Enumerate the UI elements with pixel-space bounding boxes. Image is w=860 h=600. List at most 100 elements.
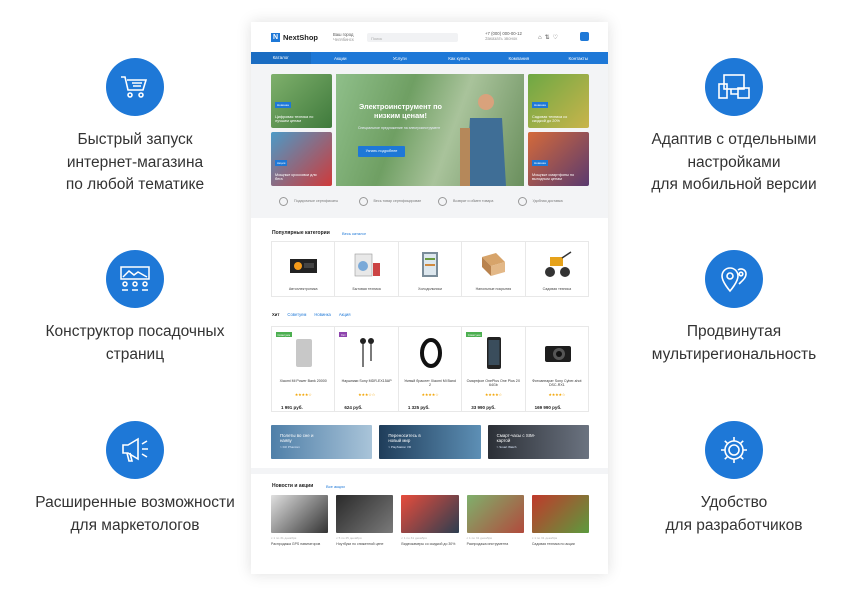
promo-banner[interactable]: Смарт-часы с SIM-картой > Smart Watch bbox=[487, 425, 589, 459]
category-card[interactable]: Автоэлектроника bbox=[272, 242, 336, 296]
category-card[interactable]: Холодильники bbox=[399, 242, 463, 296]
nav-item-contacts[interactable]: Контакты bbox=[549, 56, 609, 61]
feature-text-line: настройками bbox=[687, 153, 781, 171]
devices-icon bbox=[705, 58, 763, 116]
tab-recommend[interactable]: Советуем bbox=[287, 312, 306, 317]
news-date: с 1 по 31 декабря bbox=[401, 536, 427, 540]
news-image bbox=[466, 495, 524, 533]
promo-banner[interactable]: Переноситесь в новый мир > PlayStation V… bbox=[379, 425, 481, 459]
feature-text-line: Быстрый запуск bbox=[77, 131, 193, 148]
hero-more-button[interactable]: Узнать подробнее bbox=[358, 146, 405, 157]
news-card[interactable]: с 5 по 25 декабря Ноутбуки по сниженной … bbox=[336, 495, 394, 561]
feature-marketing: Расширенные возможности для маркетологов bbox=[20, 421, 250, 537]
news-card[interactable]: с 1 по 31 декабря Распродажа инструмента bbox=[466, 495, 524, 561]
shop-mockup: N NextShop Ваш город Челябинск Поиск +7 … bbox=[251, 22, 608, 574]
promo-tile[interactable]: Новинка Цифровая техника по лучшим ценам bbox=[271, 74, 332, 128]
product-card[interactable]: Умный браслет Xiaomi Mi Band 2 ★★★★☆ 1 3… bbox=[399, 327, 463, 411]
category-card[interactable]: Бытовая техника bbox=[335, 242, 399, 296]
fitness-band-image bbox=[419, 338, 442, 368]
news-card[interactable]: с 1 по 31 декабря Видеокамеры со скидкой… bbox=[401, 495, 459, 561]
promo-tile[interactable]: Новинка Садовая техника со скидкой до 20… bbox=[528, 74, 589, 128]
category-card[interactable]: Напольные покрытия bbox=[462, 242, 526, 296]
city-selector[interactable]: Ваш город Челябинск bbox=[333, 32, 354, 42]
hero-slide[interactable]: Электроинструмент по низким ценам! Специ… bbox=[336, 74, 524, 186]
promo-tile[interactable]: Новинка Мощные смартфоны по выгодным цен… bbox=[528, 132, 589, 186]
header-icons: ⌂⇅♡ bbox=[538, 34, 561, 41]
nav-item-services[interactable]: Услуги bbox=[370, 56, 430, 61]
shop-logo[interactable]: N NextShop bbox=[271, 33, 318, 42]
tab-hit[interactable]: Хит bbox=[272, 312, 279, 317]
return-icon bbox=[438, 196, 447, 206]
feature-text-line: Расширенные возможности bbox=[35, 494, 235, 511]
news-card[interactable]: с 1 по 31 декабря Распродажа GPS навигат… bbox=[271, 495, 329, 561]
tile-badge: Новинка bbox=[275, 102, 291, 108]
banner-sub: > DJI Phantom bbox=[280, 445, 300, 449]
product-rating: ★★★★☆ bbox=[294, 393, 312, 397]
tab-sale[interactable]: Акция bbox=[339, 312, 351, 317]
tile-text: Цифровая техника по лучшим ценам bbox=[275, 114, 314, 124]
compare-icon[interactable]: ⇅ bbox=[545, 35, 553, 41]
news-card[interactable]: с 1 по 31 декабря Садовая техника по акц… bbox=[531, 495, 590, 561]
product-card[interactable]: Фотоаппарат Sony Cyber-shot DSC-RX1 ★★★★… bbox=[526, 327, 588, 411]
main-nav: Каталог Акции Услуги Как купить Компания… bbox=[251, 52, 608, 64]
search-input[interactable]: Поиск bbox=[367, 33, 458, 42]
gift-icon bbox=[279, 196, 288, 206]
promo-tile[interactable]: Акция Мощные кроссовки для бега bbox=[271, 132, 332, 186]
advantage-item: Удобная доставка bbox=[510, 190, 590, 212]
categories-grid: Автоэлектроника Бытовая техника Холодиль… bbox=[271, 241, 589, 297]
feature-adaptive: Адаптив с отдельными настройками для моб… bbox=[619, 58, 849, 197]
product-card[interactable]: Советуем Xiaomi Mi Power Bank 20000 ★★★★… bbox=[272, 327, 336, 411]
cart-button[interactable] bbox=[580, 32, 589, 41]
map-pins-icon bbox=[705, 250, 763, 308]
promo-banner[interactable]: Полеты во сне и наяву > DJI Phantom bbox=[271, 425, 373, 459]
product-name: Умный браслет Xiaomi Mi Band 2 bbox=[404, 379, 456, 388]
advantage-item: Весь товар сертифицирован bbox=[351, 190, 431, 212]
tab-new[interactable]: Новинка bbox=[314, 312, 330, 317]
category-label: Автоэлектроника bbox=[288, 287, 318, 291]
hero-banner-area: Новинка Цифровая техника по лучшим ценам… bbox=[271, 74, 589, 186]
favorites-icon[interactable]: ♡ bbox=[553, 35, 561, 41]
news-image bbox=[531, 495, 590, 533]
news-text: Видеокамеры со скидкой до 30% bbox=[401, 542, 456, 546]
smartphone-image bbox=[487, 337, 502, 369]
floor-covering-icon bbox=[482, 253, 506, 276]
all-news-link[interactable]: Все акции bbox=[326, 484, 345, 489]
appliance-icon bbox=[355, 253, 381, 277]
earphones-image bbox=[360, 338, 375, 367]
shield-icon bbox=[358, 196, 368, 206]
promo-banners: Полеты во сне и наяву > DJI Phantom Пере… bbox=[271, 425, 589, 459]
nav-item-sales[interactable]: Акции bbox=[311, 56, 371, 61]
advantage-item: Подарочные сертификаты bbox=[271, 190, 351, 212]
advantages-bar: Подарочные сертификаты Весь товар сертиф… bbox=[271, 190, 589, 212]
news-image bbox=[336, 495, 394, 533]
news-date: с 1 по 31 декабря bbox=[271, 536, 297, 540]
category-label: Холодильники bbox=[418, 287, 442, 291]
camera-image bbox=[544, 346, 571, 362]
tile-badge: Акция bbox=[275, 160, 288, 166]
product-card[interactable]: Хит Наушники Sony MDR-EX15AP ★★★☆☆ 624 р… bbox=[335, 327, 399, 411]
product-rating: ★★★☆☆ bbox=[358, 393, 376, 397]
news-date: с 5 по 25 декабря bbox=[336, 536, 362, 540]
nav-item-company[interactable]: Компания bbox=[489, 56, 549, 61]
landing-constructor-icon bbox=[106, 250, 164, 308]
news-image bbox=[271, 495, 329, 533]
garden-tiller-icon bbox=[544, 251, 572, 277]
product-badge: Хит bbox=[339, 332, 348, 337]
news-title: Новости и акции bbox=[272, 483, 314, 489]
gear-icon bbox=[705, 421, 763, 479]
nav-item-how-to-buy[interactable]: Как купить bbox=[430, 56, 490, 61]
callback-link: Заказать звонок bbox=[485, 36, 518, 41]
category-card[interactable]: Садовая техника bbox=[526, 242, 588, 296]
promo-page: Быстрый запуск интернет-магазина по любо… bbox=[0, 0, 860, 600]
user-icon[interactable]: ⌂ bbox=[538, 35, 545, 41]
banner-sub: > PlayStation VR bbox=[388, 445, 412, 449]
all-catalog-link[interactable]: Весь каталог bbox=[342, 231, 366, 236]
news-text: Распродажа инструмента bbox=[466, 542, 509, 546]
phone-block[interactable]: +7 (000) 000-00-12 Заказать звонок bbox=[485, 31, 522, 41]
product-price: 624 руб. bbox=[344, 405, 363, 410]
feature-text-line: интернет-магазина bbox=[66, 153, 204, 171]
product-card[interactable]: Советуем Смартфон OnePlus One Plus 2X 64… bbox=[462, 327, 526, 411]
product-rating: ★★★★☆ bbox=[484, 393, 502, 397]
feature-landing-constructor: Конструктор посадочных страниц bbox=[20, 250, 250, 366]
nav-item-catalog[interactable]: Каталог bbox=[251, 52, 311, 64]
